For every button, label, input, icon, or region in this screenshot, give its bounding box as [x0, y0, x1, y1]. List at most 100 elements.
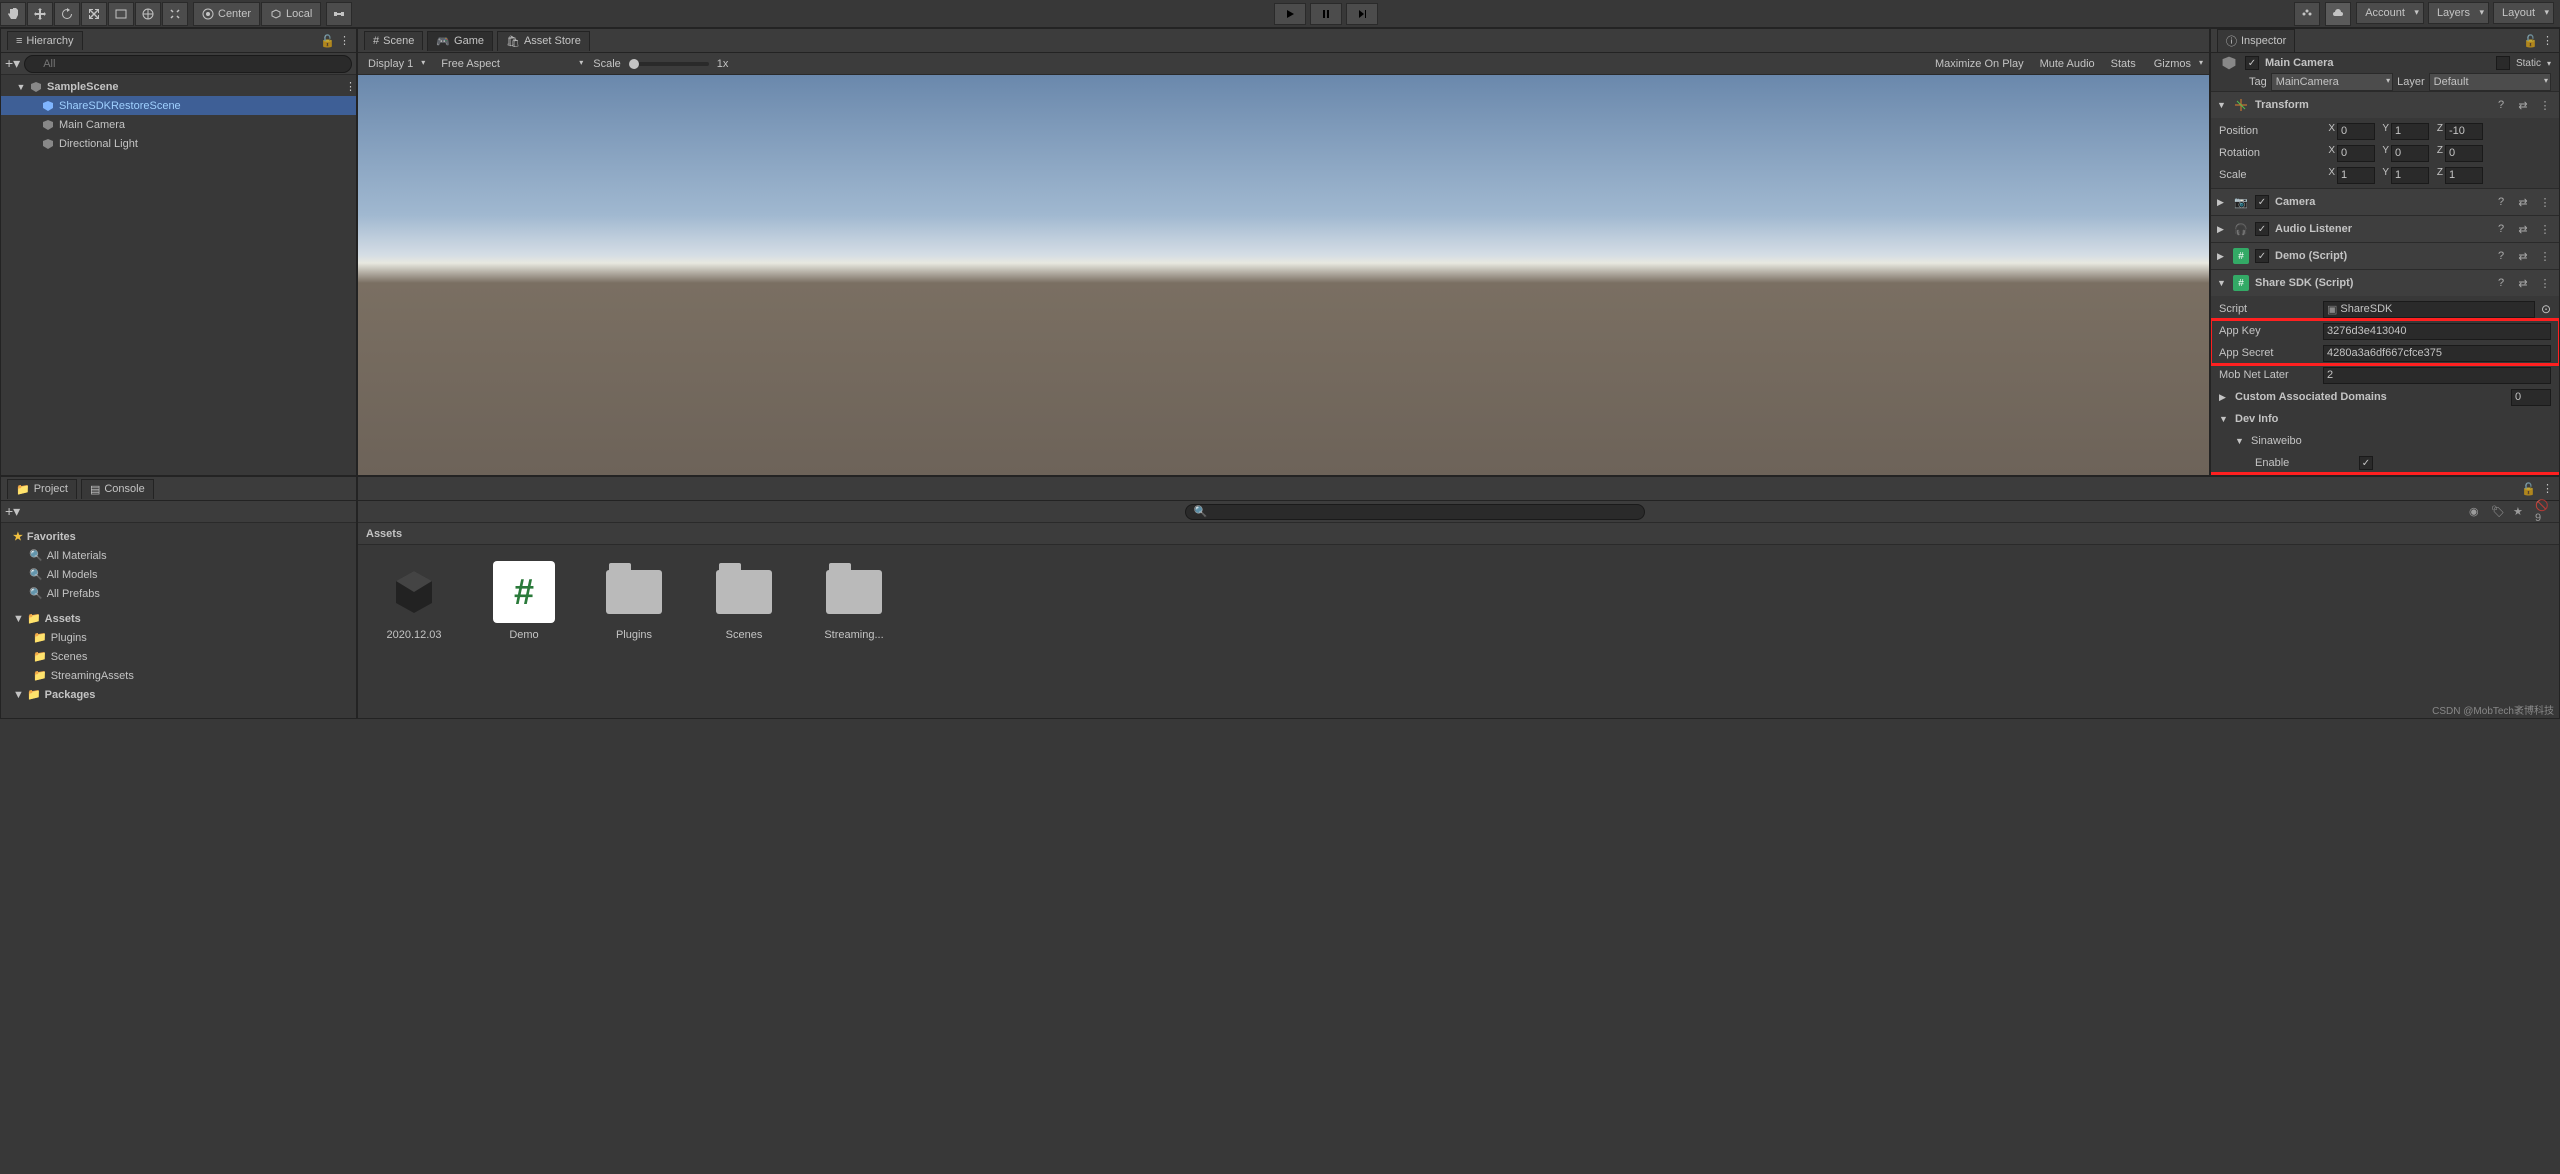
scl-y[interactable] [2391, 167, 2429, 184]
rot-z[interactable] [2445, 145, 2483, 162]
favorites-header[interactable]: ★ Favorites [1, 527, 356, 546]
asset-item-0[interactable]: 2020.12.03 [374, 561, 454, 702]
assetstore-tab[interactable]: 🛍 Asset Store [497, 31, 590, 51]
filter-label-icon[interactable]: 🏷 [2491, 505, 2509, 518]
asset-item-4[interactable]: Streaming... [814, 561, 894, 702]
help-icon[interactable]: ? [2493, 248, 2509, 264]
game-tab[interactable]: 🎮 Game [427, 31, 493, 51]
filter-type-icon[interactable]: ◉ [2469, 505, 2487, 518]
menu-icon[interactable]: ⋮ [2537, 194, 2553, 210]
display-dropdown[interactable]: Display 1 [362, 56, 427, 72]
custom-count[interactable] [2511, 389, 2551, 406]
aspect-dropdown[interactable]: Free Aspect [435, 56, 585, 72]
layers-dropdown[interactable]: Layers [2428, 2, 2489, 24]
panel-menu-icon[interactable]: ⋮ [339, 34, 350, 47]
pause-button[interactable] [1310, 3, 1342, 25]
menu-icon[interactable]: ⋮ [2537, 275, 2553, 291]
devinfo-fold[interactable]: ▼ [2219, 414, 2229, 424]
demo-header[interactable]: ▶#✓Demo (Script)?⇄⋮ [2211, 243, 2559, 269]
preset-icon[interactable]: ⇄ [2515, 221, 2531, 237]
account-dropdown[interactable]: Account [2356, 2, 2424, 24]
help-icon[interactable]: ? [2493, 221, 2509, 237]
camera-header[interactable]: ▶📷✓Camera?⇄⋮ [2211, 189, 2559, 215]
preset-icon[interactable]: ⇄ [2515, 194, 2531, 210]
asset-folder-1[interactable]: 📁 Scenes [1, 647, 356, 666]
snap-toggle[interactable] [326, 2, 352, 26]
gameobject-row-2[interactable]: Directional Light [1, 134, 356, 153]
console-tab[interactable]: ▤ Console [81, 479, 154, 499]
move-tool[interactable] [27, 2, 53, 26]
scl-x[interactable] [2337, 167, 2375, 184]
stats-toggle[interactable]: Stats [2107, 58, 2140, 70]
scene-row[interactable]: ▼ SampleScene ⋮ [1, 77, 356, 96]
project-tab[interactable]: 📁 Project [7, 479, 77, 499]
create-dropdown[interactable]: +▾ [5, 55, 20, 72]
sharesdk-header[interactable]: ▼#Share SDK (Script)?⇄⋮ [2211, 270, 2559, 296]
project-create[interactable]: +▾ [5, 503, 20, 520]
active-checkbox[interactable]: ✓ [2245, 56, 2259, 70]
gameobject-row-0[interactable]: ShareSDKRestoreScene [1, 96, 356, 115]
asset-item-3[interactable]: Scenes [704, 561, 784, 702]
space-mode[interactable]: Local [261, 2, 321, 26]
custom-fold[interactable]: ▶ [2219, 392, 2229, 403]
static-checkbox[interactable] [2496, 56, 2510, 70]
rect-tool[interactable] [108, 2, 134, 26]
hand-tool[interactable] [0, 2, 26, 26]
gameobject-row-1[interactable]: Main Camera [1, 115, 356, 134]
hierarchy-tab[interactable]: ≡ Hierarchy [7, 31, 83, 50]
pos-z[interactable] [2445, 123, 2483, 140]
help-icon[interactable]: ? [2493, 97, 2509, 113]
scale-slider[interactable] [629, 62, 709, 66]
layer-dropdown[interactable]: Default [2429, 73, 2551, 91]
help-icon[interactable]: ? [2493, 194, 2509, 210]
custom-tools[interactable] [162, 2, 188, 26]
pivot-mode[interactable]: Center [193, 2, 260, 26]
rot-y[interactable] [2391, 145, 2429, 162]
asset-item-2[interactable]: Plugins [594, 561, 674, 702]
audio-header[interactable]: ▶🎧✓Audio Listener?⇄⋮ [2211, 216, 2559, 242]
cloud-icon[interactable] [2325, 2, 2351, 26]
step-button[interactable] [1346, 3, 1378, 25]
play-button[interactable] [1274, 3, 1306, 25]
asset-folder-2[interactable]: 📁 StreamingAssets [1, 666, 356, 685]
scl-z[interactable] [2445, 167, 2483, 184]
rot-x[interactable] [2337, 145, 2375, 162]
hierarchy-search[interactable] [24, 55, 352, 73]
menu-icon[interactable]: ⋮ [2537, 221, 2553, 237]
layout-dropdown[interactable]: Layout [2493, 2, 2554, 24]
project-search[interactable] [1185, 504, 1645, 520]
collab-icon[interactable] [2294, 2, 2320, 26]
filter-star-icon[interactable]: ★ [2513, 505, 2531, 518]
scene-menu[interactable]: ⋮ [345, 80, 356, 93]
gizmos-dropdown[interactable]: Gizmos [2148, 56, 2205, 72]
asset-item-1[interactable]: #Demo [484, 561, 564, 702]
scale-tool[interactable] [81, 2, 107, 26]
fav-item-0[interactable]: 🔍 All Materials [1, 546, 356, 565]
mobnet-input[interactable] [2323, 367, 2551, 384]
menu-icon[interactable]: ⋮ [2537, 248, 2553, 264]
asset-folder-0[interactable]: 📁 Plugins [1, 628, 356, 647]
component-menu-icon[interactable]: ⋮ [2537, 97, 2553, 113]
object-name[interactable]: Main Camera [2265, 57, 2490, 69]
appsecret-input[interactable] [2323, 345, 2551, 362]
mute-toggle[interactable]: Mute Audio [2036, 58, 2099, 70]
inspector-menu-icon[interactable]: ⋮ [2542, 34, 2553, 47]
fav-item-2[interactable]: 🔍 All Prefabs [1, 584, 356, 603]
help-icon[interactable]: ? [2493, 275, 2509, 291]
project-menu-icon[interactable]: ⋮ [2542, 482, 2553, 495]
tag-dropdown[interactable]: MainCamera [2271, 73, 2393, 91]
pos-x[interactable] [2337, 123, 2375, 140]
lock-icon[interactable]: 🔓 [320, 34, 335, 48]
preset-icon[interactable]: ⇄ [2515, 97, 2531, 113]
audio-enable[interactable]: ✓ [2255, 222, 2269, 236]
packages-header[interactable]: ▼ 📁 Packages [1, 685, 356, 704]
assets-header[interactable]: ▼ 📁 Assets [1, 609, 356, 628]
scene-tab[interactable]: # Scene [364, 31, 423, 50]
preset-icon[interactable]: ⇄ [2515, 248, 2531, 264]
preset-icon[interactable]: ⇄ [2515, 275, 2531, 291]
sina-enable-checkbox[interactable]: ✓ [2359, 456, 2373, 470]
project-lock-icon[interactable]: 🔓 [2521, 482, 2536, 496]
pos-y[interactable] [2391, 123, 2429, 140]
inspector-lock-icon[interactable]: 🔓 [2523, 34, 2538, 48]
camera-enable[interactable]: ✓ [2255, 195, 2269, 209]
